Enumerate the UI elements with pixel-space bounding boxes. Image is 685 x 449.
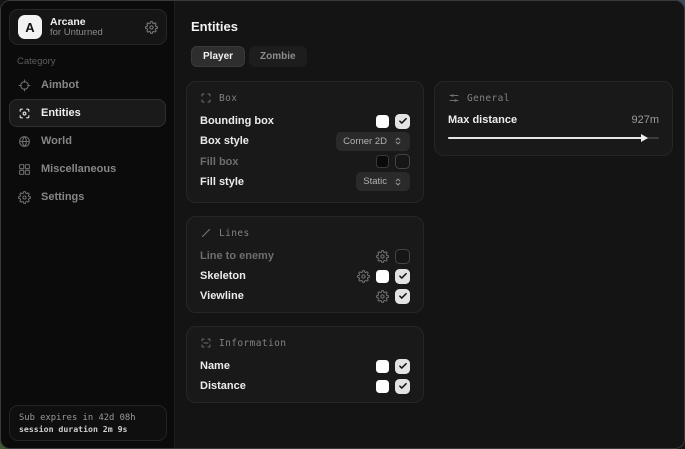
app-window: A Arcane for Unturned Category Aimbot En… [0, 0, 685, 449]
checkbox-checked[interactable] [395, 379, 410, 394]
scan-text-icon [200, 337, 212, 349]
panel-lines-header: Lines [200, 227, 410, 239]
crosshair-icon [18, 79, 31, 92]
sidebar-item-label: Miscellaneous [41, 163, 116, 175]
gear-icon[interactable] [376, 250, 389, 263]
panel-title: General [467, 93, 510, 104]
fill-style-dropdown[interactable]: Static [356, 172, 410, 191]
setting-label: Line to enemy [200, 250, 274, 262]
dropdown-value: Corner 2D [343, 136, 387, 147]
main-content: Entities Player Zombie Box Bounding box … [175, 1, 684, 448]
setting-row-fill-box: Fill box [200, 152, 410, 172]
subscription-status-card: Sub expires in 42d 08h session duration … [9, 405, 167, 441]
chevrons-up-down-icon [393, 136, 403, 146]
checkbox-checked[interactable] [395, 269, 410, 284]
sub-expires-text: Sub expires in 42d 08h [19, 413, 157, 423]
setting-label: Fill style [200, 176, 244, 188]
setting-label: Skeleton [200, 270, 246, 282]
sliders-icon [448, 92, 460, 104]
setting-label: Fill box [200, 156, 239, 168]
page-title: Entities [191, 19, 238, 34]
checkbox-checked[interactable] [395, 359, 410, 374]
tab-player[interactable]: Player [191, 46, 245, 67]
setting-row-viewline: Viewline [200, 286, 410, 306]
brand-card: A Arcane for Unturned [9, 9, 167, 45]
box-corners-icon [200, 92, 212, 104]
globe-icon [18, 135, 31, 148]
sidebar-item-aimbot[interactable]: Aimbot [9, 71, 166, 99]
setting-row-box-style: Box style Corner 2D [200, 131, 410, 151]
sidebar-item-label: Settings [41, 191, 84, 203]
setting-row-max-distance: Max distance 927m [448, 114, 659, 126]
checkbox-unchecked[interactable] [395, 154, 410, 169]
category-label: Category [17, 56, 56, 67]
grid-icon [18, 163, 31, 176]
max-distance-value: 927m [631, 114, 659, 126]
panel-title: Box [219, 93, 237, 104]
panel-lines: Lines Line to enemy Skeleton Viewline [186, 216, 424, 313]
brand-subtitle: for Unturned [50, 28, 137, 39]
sidebar-item-entities[interactable]: Entities [9, 99, 166, 127]
scan-icon [18, 107, 31, 120]
setting-label: Bounding box [200, 115, 274, 127]
panel-general: General Max distance 927m [434, 81, 673, 156]
panel-box: Box Bounding box Box style Corner 2D [186, 81, 424, 203]
setting-label: Distance [200, 380, 246, 392]
color-swatch[interactable] [376, 155, 389, 168]
session-duration-text: session duration 2m 9s [19, 424, 157, 434]
setting-row-line-to-enemy: Line to enemy [200, 246, 410, 266]
brand-logo: A [18, 15, 42, 39]
sidebar-item-world[interactable]: World [9, 127, 166, 155]
max-distance-slider[interactable] [448, 137, 659, 139]
tab-bar: Player Zombie [191, 46, 307, 67]
panel-title: Information [219, 338, 286, 349]
panel-general-header: General [448, 92, 659, 104]
setting-label: Viewline [200, 290, 244, 302]
gear-icon[interactable] [357, 270, 370, 283]
color-swatch[interactable] [376, 360, 389, 373]
gear-icon[interactable] [145, 21, 158, 34]
sidebar-item-label: Entities [41, 107, 81, 119]
brand-name: Arcane [50, 16, 137, 28]
sidebar-item-label: World [41, 135, 72, 147]
setting-row-name: Name [200, 356, 410, 376]
panel-box-header: Box [200, 92, 410, 104]
box-style-dropdown[interactable]: Corner 2D [336, 132, 410, 151]
setting-row-bounding-box: Bounding box [200, 111, 410, 131]
setting-label: Name [200, 360, 230, 372]
color-swatch[interactable] [376, 115, 389, 128]
setting-label: Max distance [448, 114, 517, 126]
sidebar-item-settings[interactable]: Settings [9, 183, 166, 211]
chevrons-up-down-icon [393, 177, 403, 187]
color-swatch[interactable] [376, 380, 389, 393]
setting-row-distance: Distance [200, 376, 410, 396]
brand-initial: A [25, 20, 34, 35]
tab-zombie[interactable]: Zombie [249, 46, 307, 67]
panel-title: Lines [219, 228, 250, 239]
checkbox-unchecked[interactable] [395, 249, 410, 264]
setting-row-skeleton: Skeleton [200, 266, 410, 286]
sidebar: A Arcane for Unturned Category Aimbot En… [1, 1, 175, 448]
gear-icon [18, 191, 31, 204]
checkbox-checked[interactable] [395, 114, 410, 129]
gear-icon[interactable] [376, 290, 389, 303]
brand-text: Arcane for Unturned [50, 16, 137, 39]
sidebar-nav: Aimbot Entities World Miscellaneous Sett… [9, 71, 166, 211]
dropdown-value: Static [363, 176, 387, 187]
checkbox-checked[interactable] [395, 289, 410, 304]
sidebar-item-label: Aimbot [41, 79, 79, 91]
slider-fill[interactable] [448, 137, 642, 139]
sidebar-item-miscellaneous[interactable]: Miscellaneous [9, 155, 166, 183]
panel-information: Information Name Distance [186, 326, 424, 403]
color-swatch[interactable] [376, 270, 389, 283]
diagonal-line-icon [200, 227, 212, 239]
setting-row-fill-style: Fill style Static [200, 172, 410, 192]
panel-information-header: Information [200, 337, 410, 349]
setting-label: Box style [200, 135, 249, 147]
